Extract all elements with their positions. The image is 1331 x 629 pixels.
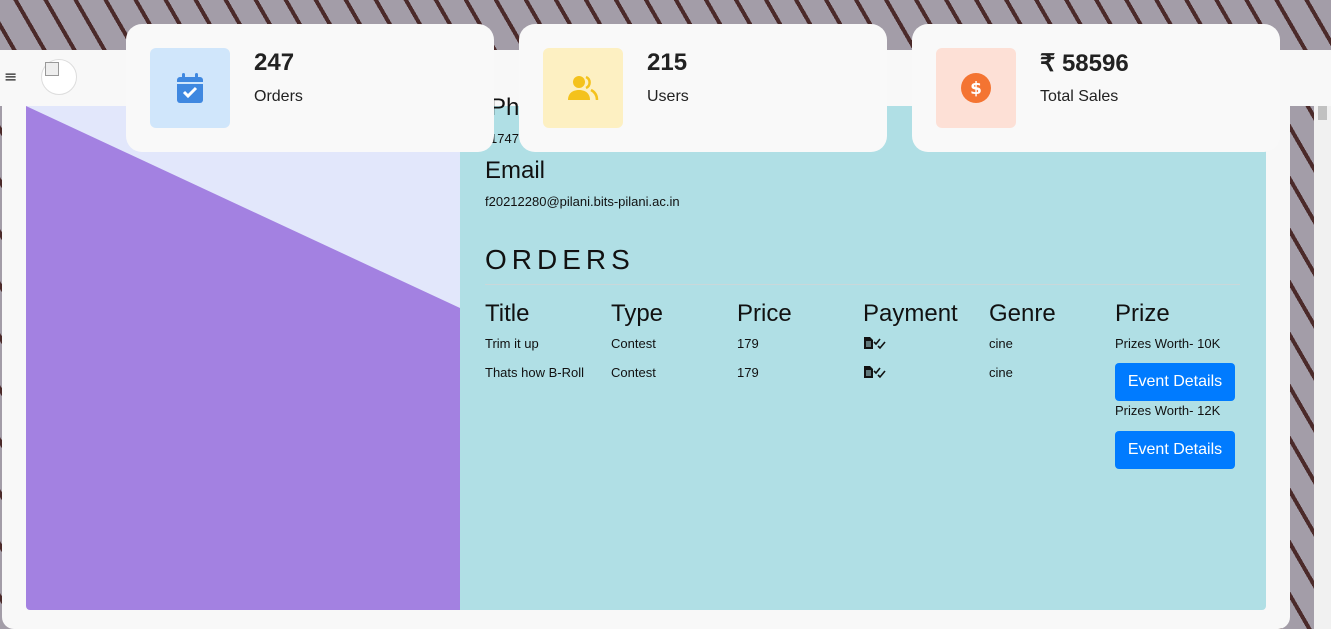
order-prize: Prizes Worth- 12K (1115, 403, 1221, 418)
payment-verified-icon (864, 366, 886, 379)
order-prize: Prizes Worth- 10K (1115, 336, 1221, 351)
scrollbar-thumb[interactable] (1318, 106, 1327, 120)
profile-decoration-panel (26, 106, 460, 610)
users-icon (543, 48, 623, 128)
orders-count: 247 (254, 49, 295, 76)
vertical-scrollbar[interactable] (1314, 106, 1331, 629)
stat-card-users: 215 Users (519, 24, 887, 152)
phone-value: 1747 (490, 131, 519, 146)
column-header-type: Type (611, 300, 664, 327)
order-title: Trim it up (485, 336, 539, 351)
order-genre: cine (989, 365, 1013, 380)
order-genre: cine (989, 336, 1013, 351)
svg-text:$: $ (970, 79, 982, 99)
column-header-prize: Prize (1115, 300, 1170, 327)
total-sales-label: Total Sales (1040, 88, 1119, 105)
hamburger-menu-icon[interactable]: ≡ (4, 69, 17, 85)
orders-divider (485, 284, 1240, 285)
email-value: f20212280@pilani.bits-pilani.ac.in (485, 194, 680, 209)
payment-verified-icon (864, 337, 886, 350)
profile-details-panel: Pho 1747 Email f20212280@pilani.bits-pil… (460, 94, 1266, 610)
event-details-button[interactable]: Event Details (1115, 363, 1235, 401)
orders-label: Orders (254, 88, 303, 105)
users-label: Users (647, 88, 689, 105)
logo-image[interactable] (41, 59, 77, 95)
order-price: 179 (737, 365, 759, 380)
dollar-circle-icon: $ (936, 48, 1016, 128)
order-type: Contest (611, 365, 656, 380)
stat-card-total-sales: $ ₹ 58596 Total Sales (912, 24, 1280, 152)
users-count: 215 (647, 49, 688, 76)
email-heading: Email (485, 157, 546, 184)
decorative-background (26, 106, 460, 308)
orders-heading: ORDERS (485, 244, 635, 275)
column-header-price: Price (737, 300, 792, 327)
column-header-title: Title (485, 300, 530, 327)
calendar-check-icon (150, 48, 230, 128)
order-type: Contest (611, 336, 656, 351)
column-header-genre: Genre (989, 300, 1056, 327)
column-header-payment: Payment (863, 300, 958, 327)
total-sales-amount: ₹ 58596 (1040, 50, 1129, 77)
order-title: Thats how B-Roll (485, 365, 584, 380)
event-details-button[interactable]: Event Details (1115, 431, 1235, 469)
order-price: 179 (737, 336, 759, 351)
stat-card-orders: 247 Orders (126, 24, 494, 152)
